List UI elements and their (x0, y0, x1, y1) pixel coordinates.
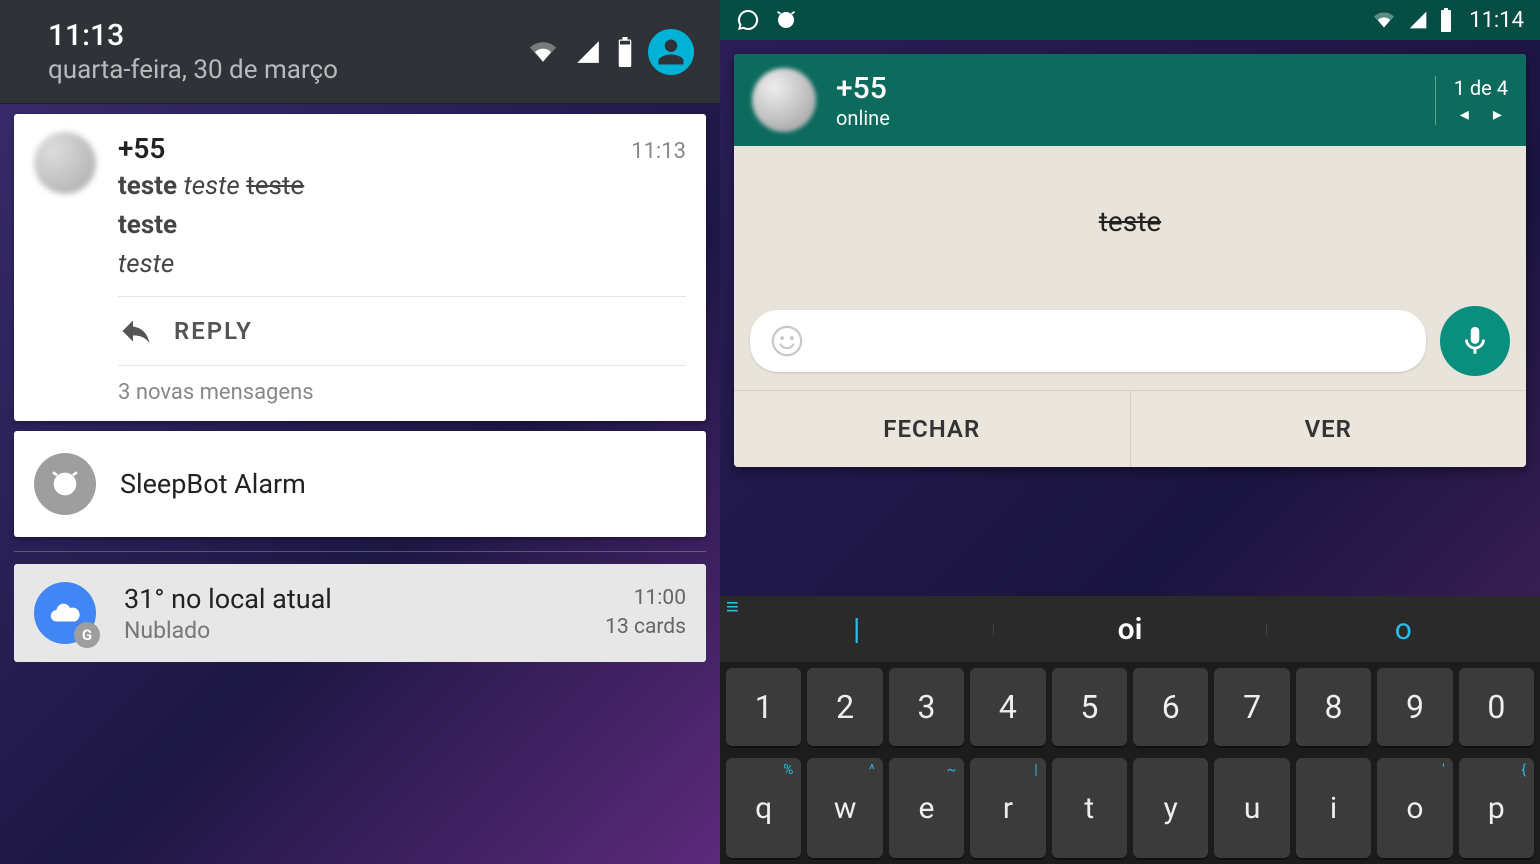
key-5[interactable]: 5 (1052, 668, 1127, 746)
popup-contact-name: +55 (836, 71, 890, 106)
whatsapp-status-icon (736, 8, 760, 32)
weather-title: 31° no local atual (124, 583, 332, 615)
message-input[interactable] (750, 310, 1426, 372)
alarm-icon (34, 453, 96, 515)
key-0[interactable]: 0 (1459, 668, 1534, 746)
popup-message-body: teste (734, 146, 1526, 296)
key-o[interactable]: o' (1377, 758, 1452, 858)
message-line-3: teste (118, 247, 686, 282)
more-messages-label: 3 novas mensagens (118, 365, 686, 421)
sleepbot-title: SleepBot Alarm (120, 468, 306, 500)
suggestion-2[interactable]: oi (993, 612, 1266, 647)
reply-action[interactable]: REPLY (118, 296, 686, 365)
shade-date: quarta-feira, 30 de março (48, 55, 338, 85)
voice-message-button[interactable] (1440, 306, 1510, 376)
message-counter: 1 de 4 ◂ ▸ (1435, 76, 1508, 125)
prev-message-button[interactable]: ◂ (1460, 104, 1469, 125)
alarm-status-icon (774, 8, 798, 32)
whatsapp-notification-card[interactable]: +55 11:13 teste teste teste teste teste (14, 114, 706, 421)
microphone-icon (1458, 324, 1492, 358)
shade-clock: 11:13 (48, 18, 338, 53)
key-u[interactable]: u (1214, 758, 1289, 858)
reply-icon (118, 313, 154, 349)
shade-divider (14, 551, 706, 552)
key-q[interactable]: q% (726, 758, 801, 858)
whatsapp-quick-reply-popup: +55 online 1 de 4 ◂ ▸ teste FECHAR (734, 54, 1526, 467)
emoji-icon[interactable] (770, 324, 804, 358)
notification-shade-header: 11:13 quarta-feira, 30 de março (0, 0, 720, 104)
contact-avatar (34, 132, 96, 194)
phone-right-screenshot: 11:14 +55 online 1 de 4 ◂ ▸ teste (720, 0, 1540, 864)
google-badge-icon: G (74, 622, 100, 648)
status-bar: 11:14 (720, 0, 1540, 40)
key-6[interactable]: 6 (1133, 668, 1208, 746)
suggestion-3[interactable]: o (1267, 612, 1540, 647)
key-t[interactable]: t (1052, 758, 1127, 858)
next-message-button[interactable]: ▸ (1493, 104, 1502, 125)
status-time: 11:14 (1469, 8, 1524, 33)
notification-time: 11:13 (631, 139, 686, 164)
wifi-icon (1371, 10, 1397, 30)
key-9[interactable]: 9 (1377, 668, 1452, 746)
key-r[interactable]: r| (970, 758, 1045, 858)
popup-message-text: teste (1099, 205, 1161, 238)
key-7[interactable]: 7 (1214, 668, 1289, 746)
contact-name: +55 (118, 132, 165, 165)
cloud-icon: G (34, 582, 96, 644)
key-y[interactable]: y (1133, 758, 1208, 858)
key-4[interactable]: 4 (970, 668, 1045, 746)
contact-avatar (752, 68, 816, 132)
battery-icon (616, 37, 634, 67)
shade-status-icons (526, 29, 694, 75)
key-1[interactable]: 1 (726, 668, 801, 746)
phone-left-screenshot: 11:13 quarta-feira, 30 de março +55 11: (0, 0, 720, 864)
view-button[interactable]: VER (1131, 391, 1527, 467)
key-3[interactable]: 3 (889, 668, 964, 746)
weather-notification-card[interactable]: G 31° no local atual Nublado 11:00 13 ca… (14, 564, 706, 662)
key-e[interactable]: e~ (889, 758, 964, 858)
suggestion-bar: ≡ | oi o (720, 596, 1540, 662)
soft-keyboard: ≡ | oi o 1234567890 q%w^e~r|tyuio'p{ (720, 596, 1540, 864)
battery-icon (1439, 8, 1453, 32)
wifi-icon (526, 39, 560, 65)
cell-signal-icon (574, 39, 602, 65)
keyboard-number-row: 1234567890 (720, 662, 1540, 752)
popup-header[interactable]: +55 online 1 de 4 ◂ ▸ (734, 54, 1526, 146)
suggestion-1[interactable]: | (720, 612, 993, 647)
person-icon (656, 37, 686, 67)
key-8[interactable]: 8 (1296, 668, 1371, 746)
popup-contact-status: online (836, 106, 890, 130)
key-p[interactable]: p{ (1459, 758, 1534, 858)
weather-meta: 11:00 13 cards (605, 584, 686, 643)
key-2[interactable]: 2 (807, 668, 882, 746)
weather-subtitle: Nublado (124, 617, 332, 644)
sleepbot-notification-card[interactable]: SleepBot Alarm (14, 431, 706, 537)
close-button[interactable]: FECHAR (734, 391, 1131, 467)
key-w[interactable]: w^ (807, 758, 882, 858)
account-switcher-button[interactable] (648, 29, 694, 75)
reply-label: REPLY (174, 317, 253, 345)
message-line-2: teste (118, 208, 686, 243)
message-line-1: teste teste teste (118, 169, 686, 204)
key-i[interactable]: i (1296, 758, 1371, 858)
cell-signal-icon (1407, 10, 1429, 30)
keyboard-letter-row: q%w^e~r|tyuio'p{ (720, 752, 1540, 864)
